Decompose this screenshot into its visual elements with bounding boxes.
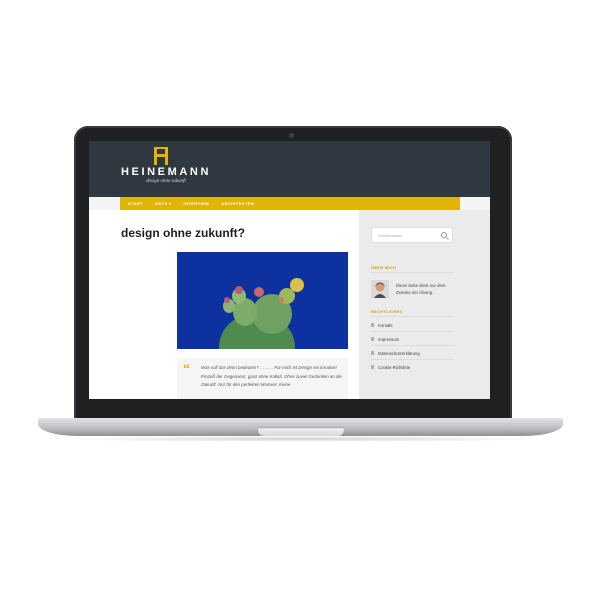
about-divider xyxy=(371,272,453,273)
sidebar-link-cookie[interactable]: Cookie-Richtlinie xyxy=(371,362,410,372)
laptop-shadow xyxy=(54,436,548,442)
sidebar-link-impressum[interactable]: Impressum xyxy=(371,334,399,344)
link-label: Cookie-Richtlinie xyxy=(378,364,411,370)
document-icon xyxy=(371,323,374,327)
logo-text[interactable]: HEINEMANN xyxy=(119,166,213,178)
post-title: design ohne zukunft? xyxy=(121,226,245,240)
site-header: HEINEMANN design ohne zukunft xyxy=(89,141,490,197)
nav-item-start[interactable]: START xyxy=(128,201,143,206)
link-label: Datenschutzerklärung xyxy=(378,350,420,356)
quote-text: Was soll das denn bedeuten? ……… Für mich… xyxy=(201,365,342,387)
document-icon xyxy=(371,337,374,341)
search-input[interactable]: Suchformular xyxy=(371,227,453,243)
sidebar: Suchformular ÜBER MICH Diese Seite dient… xyxy=(359,210,490,399)
main-nav: START ARTS ▾ INTERVIEW ARCHITEKTEN xyxy=(120,197,460,210)
nav-item-arts[interactable]: ARTS ▾ xyxy=(155,201,171,206)
about-heading: ÜBER MICH xyxy=(371,266,397,270)
link-divider xyxy=(371,331,453,332)
cactus-image xyxy=(177,252,348,349)
post-quote: “ Was soll das denn bedeuten? ……… Für mi… xyxy=(177,358,348,399)
about-text: Diese Seite dient nur dem Zwecke der Übu… xyxy=(396,283,446,295)
sidebar-link-datenschutz[interactable]: Datenschutzerklärung xyxy=(371,348,420,358)
legal-heading: RECHTLICHES xyxy=(371,310,403,314)
search-icon[interactable] xyxy=(441,232,447,238)
nav-item-interview[interactable]: INTERVIEW xyxy=(183,201,209,206)
legal-divider xyxy=(371,316,453,317)
link-divider xyxy=(371,359,453,360)
sidebar-link-kontakt[interactable]: Kontakt xyxy=(371,320,393,330)
nav-item-architekten[interactable]: ARCHITEKTEN xyxy=(221,201,254,206)
avatar[interactable] xyxy=(371,280,389,298)
laptop-notch xyxy=(258,427,344,436)
link-divider xyxy=(371,345,453,346)
site-tagline: design ohne zukunft xyxy=(146,179,186,184)
link-label: Kontakt xyxy=(378,322,393,328)
document-icon xyxy=(371,351,374,355)
post-image[interactable] xyxy=(177,252,348,349)
search-placeholder: Suchformular xyxy=(378,233,402,238)
logo-h-icon[interactable] xyxy=(153,147,169,165)
camera-dot xyxy=(289,133,294,138)
link-label: Impressum xyxy=(378,336,400,342)
main-content: design ohne zukunft? “ Was soll das denn… xyxy=(89,210,359,399)
laptop-screen: HEINEMANN design ohne zukunft START ARTS… xyxy=(89,141,490,399)
quote-icon: “ xyxy=(183,362,190,377)
document-icon xyxy=(371,365,374,369)
